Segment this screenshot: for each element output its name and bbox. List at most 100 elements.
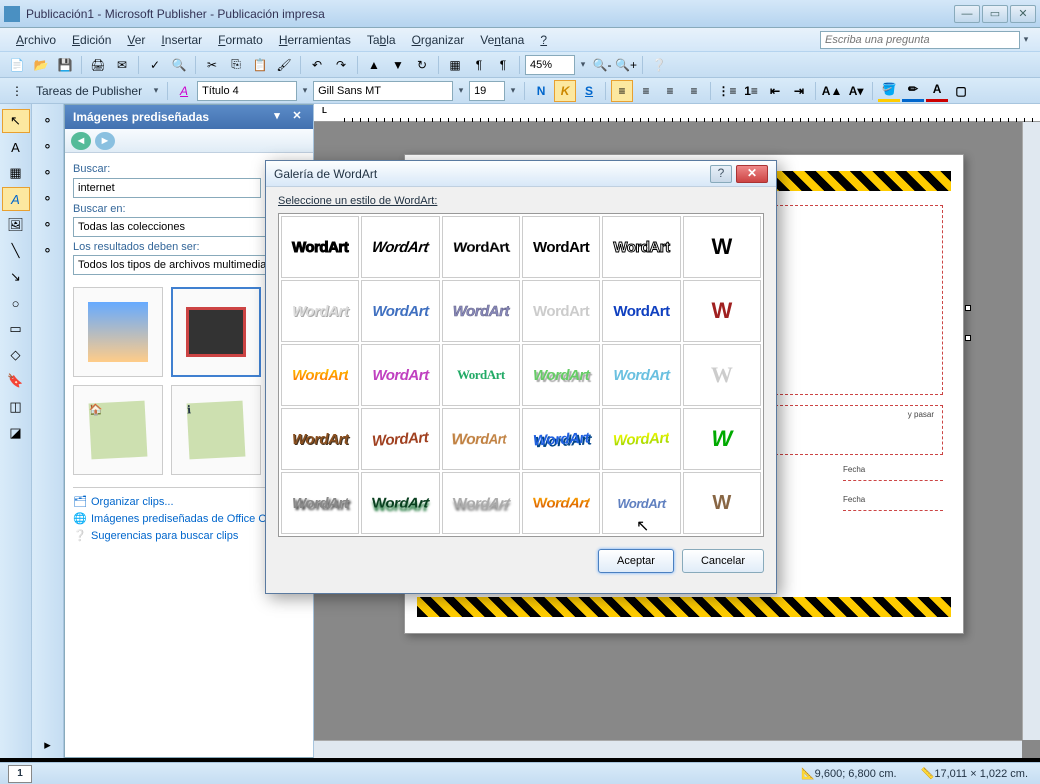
taskpane-dropdown[interactable]: ▾ [269,109,285,125]
fontsize-dropdown[interactable]: ▾ [507,85,519,96]
menu-ver[interactable]: Ver [119,31,153,49]
wordart-style-15[interactable]: WordArt [442,344,520,406]
wordart-style-9[interactable]: WordArt [442,280,520,342]
wordart-style-23[interactable]: WordArt [602,408,680,470]
wordart-style-14[interactable]: WordArt [361,344,439,406]
font-combo[interactable]: Gill Sans MT [313,81,453,101]
clipart-thumb-4[interactable]: ℹ [171,385,261,475]
menu-archivo[interactable]: Archivo [8,31,64,49]
print-icon[interactable]: 🖨 [87,54,109,76]
menu-edicion[interactable]: Edición [64,31,119,49]
menu-help[interactable]: ? [532,31,555,49]
design-gallery-tool[interactable]: ◫ [2,395,30,419]
menu-ventana[interactable]: Ventana [472,31,532,49]
rotate-icon[interactable]: ↻ [411,54,433,76]
wordart-style-3[interactable]: WordArt [442,216,520,278]
wordart-style-4[interactable]: WordArt [522,216,600,278]
vertical-scrollbar[interactable] [1022,122,1040,740]
bullets-button[interactable]: ⋮≡ [716,80,738,102]
connect-tool-1[interactable]: ⚬ [34,109,62,133]
dialog-help-button[interactable]: ? [710,165,732,183]
wordart-style-7[interactable]: WordArt [281,280,359,342]
font-shrink-button[interactable]: A▾ [845,80,867,102]
connect-tool-6[interactable]: ⚬ [34,239,62,263]
paste-icon[interactable]: 📋 [249,54,271,76]
wordart-style-16[interactable]: WordArt [522,344,600,406]
help-icon[interactable]: ❔ [648,54,670,76]
wordart-style-19[interactable]: WordArt [281,408,359,470]
wordart-style-26[interactable]: WordArt [361,472,439,534]
nav-forward-button[interactable]: ► [95,132,115,150]
align-left-button[interactable]: ≡ [611,80,633,102]
copy-icon[interactable]: ⎘ [225,54,247,76]
font-dropdown[interactable]: ▾ [455,85,467,96]
wordart-style-6[interactable]: W [683,216,761,278]
close-button[interactable]: ✕ [1010,5,1036,23]
wordart-style-30[interactable]: W [683,472,761,534]
fill-color-button[interactable]: 🪣 [878,80,900,102]
table-tool[interactable]: ▦ [2,161,30,185]
wordart-style-2[interactable]: WordArt [361,216,439,278]
horizontal-scrollbar[interactable] [314,740,1022,758]
menu-insertar[interactable]: Insertar [153,31,210,49]
textbox-tool[interactable]: A [2,135,30,159]
wordart-style-27[interactable]: WordArt [442,472,520,534]
picture-tool[interactable]: 🖼 [2,213,30,237]
accept-button[interactable]: Aceptar [598,549,674,573]
dialog-titlebar[interactable]: Galería de WordArt ? ✕ [266,161,776,187]
clipart-thumb-1[interactable] [73,287,163,377]
wordart-style-11[interactable]: WordArt [602,280,680,342]
cancel-button[interactable]: Cancelar [682,549,764,573]
wordart-style-22[interactable]: WordArt [522,408,600,470]
bold-button[interactable]: N [530,80,552,102]
clipart-thumb-2[interactable] [171,287,261,377]
wordart-style-21[interactable]: WordArt [442,408,520,470]
connect-tool-5[interactable]: ⚬ [34,213,62,237]
align-right-button[interactable]: ≡ [659,80,681,102]
help-search-input[interactable] [820,31,1020,49]
connect-tool-4[interactable]: ⚬ [34,187,62,211]
tasks-dropdown[interactable]: ▾ [150,85,162,96]
font-color-button[interactable]: A [926,80,948,102]
wordart-style-13[interactable]: WordArt [281,344,359,406]
fecha-line-2[interactable]: Fecha [843,495,943,511]
page-indicator[interactable]: 1 [8,765,32,783]
wordart-style-10[interactable]: WordArt [522,280,600,342]
select-tool[interactable]: ↖ [2,109,30,133]
bookmark-tool[interactable]: 🔖 [2,369,30,393]
mail-icon[interactable]: ✉ [111,54,133,76]
align-center-button[interactable]: ≡ [635,80,657,102]
arrow-tool[interactable]: ↘ [2,265,30,289]
numbering-button[interactable]: 1≡ [740,80,762,102]
zoom-in-icon[interactable]: 🔍+ [615,54,637,76]
wordart-style-28[interactable]: WordArt [522,472,600,534]
expand-icon[interactable]: ▸ [34,733,62,757]
menu-herramientas[interactable]: Herramientas [271,31,359,49]
rectangle-tool[interactable]: ▭ [2,317,30,341]
wordart-style-29[interactable]: WordArt [602,472,680,534]
open-icon[interactable]: 📂 [30,54,52,76]
align-justify-button[interactable]: ≡ [683,80,705,102]
fecha-line-1[interactable]: Fecha [843,465,943,481]
item-tool[interactable]: ◪ [2,421,30,445]
redo-icon[interactable]: ↷ [330,54,352,76]
paragraph-icon[interactable]: ¶ [468,54,490,76]
wordart-style-17[interactable]: WordArt [602,344,680,406]
undo-icon[interactable]: ↶ [306,54,328,76]
search-input[interactable] [73,178,261,198]
font-grow-button[interactable]: A▲ [821,80,843,102]
menu-formato[interactable]: Formato [210,31,271,49]
taskpane-close[interactable]: ✕ [289,109,305,125]
tasks-link[interactable]: Tareas de Publisher [30,84,148,98]
special-chars-icon[interactable]: ¶ [492,54,514,76]
format-painter-icon[interactable]: 🖌 [273,54,295,76]
cut-icon[interactable]: ✂ [201,54,223,76]
new-icon[interactable]: 📄 [6,54,28,76]
minimize-button[interactable]: — [954,5,980,23]
clipart-thumb-3[interactable]: 🏠 [73,385,163,475]
connect-tool-3[interactable]: ⚬ [34,161,62,185]
autoshapes-tool[interactable]: ◇ [2,343,30,367]
wordart-tool[interactable]: A [2,187,30,211]
fontsize-combo[interactable]: 19 [469,81,505,101]
bring-front-icon[interactable]: ▲ [363,54,385,76]
